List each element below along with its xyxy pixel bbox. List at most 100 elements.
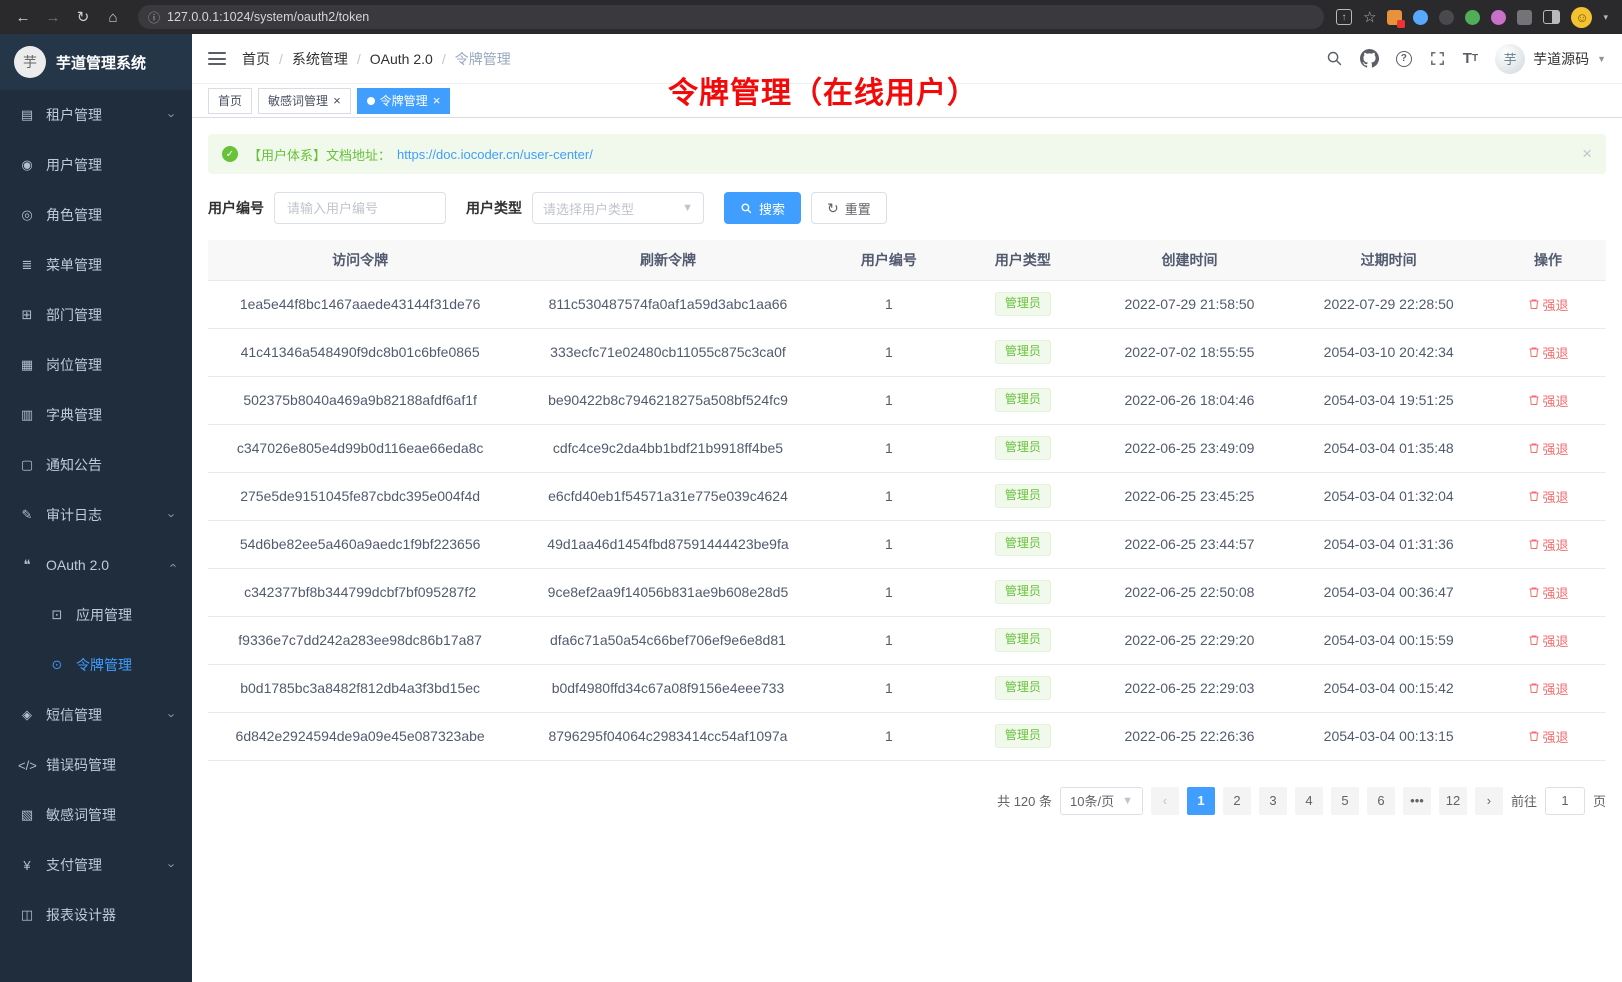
sidebar-item-oauth2-app[interactable]: ⊡应用管理: [0, 590, 192, 640]
page-button[interactable]: 3: [1259, 787, 1287, 815]
user-type-filter: 用户类型 请选择用户类型 ▼: [466, 192, 704, 224]
user-menu[interactable]: 芋 芋道源码 ▼: [1495, 44, 1606, 74]
sidebar-item-dict[interactable]: ▥字典管理: [0, 390, 192, 440]
page-button[interactable]: 4: [1295, 787, 1323, 815]
sidebar-item-dept[interactable]: ⊞部门管理: [0, 290, 192, 340]
chevron-down-icon: ›: [164, 513, 179, 517]
sidebar-item-sensitive-word[interactable]: ▧敏感词管理: [0, 790, 192, 840]
page-button[interactable]: 1: [1187, 787, 1215, 815]
sidebar-item-pay[interactable]: ¥支付管理›: [0, 840, 192, 890]
extension-icon[interactable]: [1465, 10, 1480, 25]
home-icon[interactable]: ⌂: [100, 4, 126, 30]
sidebar-item-error-code[interactable]: </>错误码管理: [0, 740, 192, 790]
force-logout-button[interactable]: 强退: [1528, 391, 1569, 410]
created-time-cell: 2022-06-25 23:44:57: [1092, 520, 1288, 568]
action-cell: 强退: [1490, 664, 1606, 712]
sidebar-item-report[interactable]: ◫报表设计器: [0, 890, 192, 940]
next-page-button[interactable]: ›: [1475, 787, 1503, 815]
address-bar[interactable]: ⓘ 127.0.0.1:1024/system/oauth2/token: [138, 5, 1324, 29]
audit-log-icon: ✎: [18, 507, 36, 523]
tab-close-icon[interactable]: ×: [433, 94, 441, 107]
breadcrumb-item[interactable]: 首页: [242, 49, 270, 69]
prev-page-button[interactable]: ‹: [1151, 787, 1179, 815]
sidebar-item-notice[interactable]: ▢通知公告: [0, 440, 192, 490]
page-button[interactable]: 12: [1439, 787, 1467, 815]
fullscreen-icon[interactable]: [1429, 50, 1446, 67]
forward-icon[interactable]: →: [40, 4, 66, 30]
force-logout-label: 强退: [1543, 679, 1569, 698]
github-icon[interactable]: [1360, 49, 1379, 68]
sidebar-item-post[interactable]: ▦岗位管理: [0, 340, 192, 390]
trash-icon: [1528, 634, 1540, 646]
force-logout-button[interactable]: 强退: [1528, 679, 1569, 698]
goto-page-input[interactable]: [1545, 787, 1585, 815]
page-button[interactable]: 2: [1223, 787, 1251, 815]
tab-sensitive-word[interactable]: 敏感词管理×: [258, 88, 351, 114]
search-icon[interactable]: [1326, 50, 1343, 67]
doc-link[interactable]: https://doc.iocoder.cn/user-center/: [397, 147, 593, 162]
user-type-cell: 管理员: [954, 616, 1092, 664]
font-size-icon[interactable]: TT: [1463, 50, 1478, 67]
sidebar-item-tenant[interactable]: ▤租户管理›: [0, 90, 192, 140]
force-logout-label: 强退: [1543, 439, 1569, 458]
force-logout-button[interactable]: 强退: [1528, 631, 1569, 650]
sidebar-item-user[interactable]: ◉用户管理: [0, 140, 192, 190]
tab-label: 首页: [218, 92, 242, 109]
extension-icon[interactable]: [1439, 10, 1454, 25]
reset-button[interactable]: ↻ 重置: [811, 192, 887, 224]
force-logout-button[interactable]: 强退: [1528, 343, 1569, 362]
breadcrumb-item[interactable]: 系统管理: [292, 49, 348, 69]
extension-icon[interactable]: [1491, 10, 1506, 25]
browser-profile-avatar[interactable]: ☺: [1571, 7, 1592, 28]
sidebar-item-label: 岗位管理: [46, 355, 174, 375]
sidebar-item-menu[interactable]: ≣菜单管理: [0, 240, 192, 290]
collapse-menu-icon[interactable]: [208, 52, 226, 65]
user-type-select[interactable]: 请选择用户类型 ▼: [532, 192, 704, 224]
extension-icon[interactable]: [1517, 10, 1532, 25]
chevron-down-icon[interactable]: ▾: [1603, 12, 1608, 23]
user-id-cell: 1: [824, 376, 954, 424]
tab-home[interactable]: 首页: [208, 88, 252, 114]
sidebar-item-sms[interactable]: ◈短信管理›: [0, 690, 192, 740]
tab-token[interactable]: 令牌管理×: [357, 88, 451, 114]
site-info-icon[interactable]: ⓘ: [148, 9, 160, 26]
back-icon[interactable]: ←: [10, 4, 36, 30]
tab-close-icon[interactable]: ×: [333, 94, 341, 107]
department-icon: ⊞: [18, 307, 36, 323]
sidebar-item-oauth2-token[interactable]: ⊙令牌管理: [0, 640, 192, 690]
page-button[interactable]: 5: [1331, 787, 1359, 815]
page-more-button[interactable]: •••: [1403, 787, 1431, 815]
sidebar-item-label: 报表设计器: [46, 905, 174, 925]
sidebar-item-audit-log[interactable]: ✎审计日志›: [0, 490, 192, 540]
force-logout-button[interactable]: 强退: [1528, 487, 1569, 506]
extension-icon[interactable]: [1387, 10, 1402, 25]
trash-icon: [1528, 586, 1540, 598]
force-logout-button[interactable]: 强退: [1528, 295, 1569, 314]
sidebar-item-role[interactable]: ◎角色管理: [0, 190, 192, 240]
access-token-cell: 502375b8040a469a9b82188afdf6af1f: [208, 376, 512, 424]
page-size-select[interactable]: 10条/页 ▼: [1060, 787, 1143, 815]
extension-icon[interactable]: [1413, 10, 1428, 25]
search-button[interactable]: 搜索: [724, 192, 801, 224]
alert-close-icon[interactable]: ×: [1582, 144, 1592, 164]
refresh-token-cell: dfa6c71a50a54c66bef706ef9e6e8d81: [512, 616, 823, 664]
app-logo[interactable]: 芋 芋道管理系统: [0, 34, 192, 90]
sidebar-item-label: 敏感词管理: [46, 805, 174, 825]
force-logout-button[interactable]: 强退: [1528, 439, 1569, 458]
reload-icon[interactable]: ↻: [70, 4, 96, 30]
split-view-icon[interactable]: [1543, 10, 1560, 24]
share-icon[interactable]: ↑: [1336, 9, 1352, 25]
page-button[interactable]: 6: [1367, 787, 1395, 815]
force-logout-button[interactable]: 强退: [1528, 583, 1569, 602]
user-id-cell: 1: [824, 424, 954, 472]
total-count: 共 120 条: [997, 791, 1052, 810]
user-id-input[interactable]: [274, 192, 446, 224]
menu-list-icon: ≣: [18, 257, 36, 273]
force-logout-button[interactable]: 强退: [1528, 535, 1569, 554]
breadcrumb-item[interactable]: OAuth 2.0: [370, 51, 433, 67]
force-logout-button[interactable]: 强退: [1528, 727, 1569, 746]
sidebar-item-oauth2[interactable]: ❝OAuth 2.0›: [0, 540, 192, 590]
pagination: 共 120 条 10条/页 ▼ ‹ 123456•••12 › 前往 页: [208, 787, 1606, 815]
bookmark-star-icon[interactable]: ☆: [1363, 8, 1376, 26]
help-icon[interactable]: ?: [1396, 51, 1412, 67]
